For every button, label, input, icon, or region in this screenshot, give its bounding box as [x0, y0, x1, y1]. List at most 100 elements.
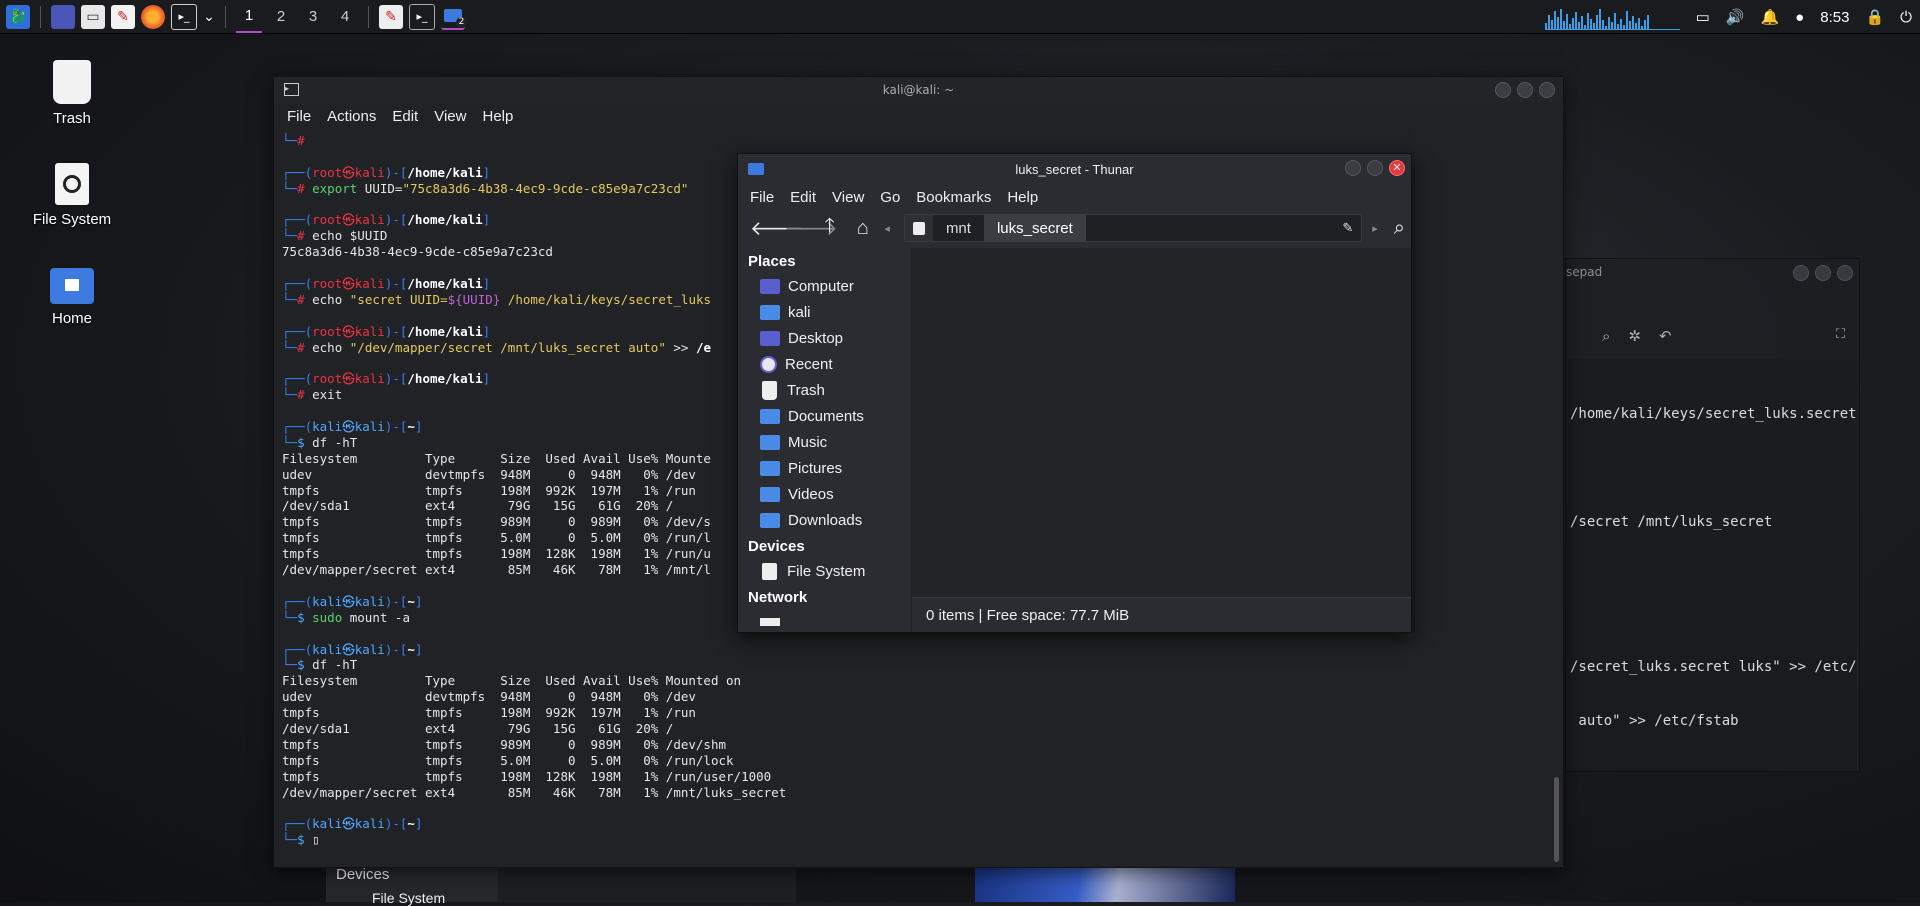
- chevron-down-icon[interactable]: ⌄: [203, 5, 215, 29]
- file-system-item[interactable]: File System: [372, 890, 445, 906]
- volume-icon[interactable]: 🔊: [1726, 8, 1745, 26]
- task-terminal-icon[interactable]: ▸_: [409, 3, 435, 30]
- recent-clock-icon: [760, 355, 777, 373]
- maximize-button[interactable]: [1815, 265, 1831, 281]
- thunar-window[interactable]: luks_secret - Thunar ✕ File Edit View Go…: [737, 153, 1412, 633]
- scroll-right-icon[interactable]: ▸: [1372, 222, 1378, 235]
- file-view[interactable]: [912, 248, 1411, 598]
- replace-icon[interactable]: ✲: [1628, 327, 1641, 345]
- workspace-4[interactable]: 4: [332, 2, 358, 32]
- sidebar-item-documents[interactable]: Documents: [738, 403, 911, 429]
- menu-edit[interactable]: Edit: [392, 108, 418, 125]
- mousepad-line: /secret /mnt/luks_secret: [1570, 514, 1773, 530]
- minimize-button[interactable]: [1793, 265, 1809, 281]
- text-editor-icon[interactable]: ✎: [111, 4, 135, 29]
- sidebar-item-recent[interactable]: Recent: [738, 351, 911, 377]
- terminal-line: Filesystem Type Size Used Avail Use% Mou…: [282, 673, 1549, 689]
- sidebar-item-trash[interactable]: Trash: [738, 377, 911, 403]
- sidebar-item-music[interactable]: Music: [738, 429, 911, 455]
- close-button[interactable]: [1837, 265, 1853, 281]
- scrollbar[interactable]: [1554, 777, 1559, 862]
- desktop-icon-home[interactable]: Home: [22, 268, 122, 327]
- maximize-button[interactable]: [1517, 82, 1533, 98]
- back-arrow-icon[interactable]: 🡐: [750, 216, 804, 241]
- terminal-text: └─: [282, 434, 298, 450]
- terminal-icon[interactable]: ▸_: [171, 3, 197, 30]
- kali-menu-icon[interactable]: 🐉: [6, 4, 30, 29]
- menu-actions[interactable]: Actions: [327, 108, 376, 125]
- show-desktop-icon[interactable]: [51, 4, 75, 29]
- menu-help[interactable]: Help: [1007, 189, 1038, 206]
- drive-root-icon[interactable]: [904, 215, 933, 241]
- maximize-button[interactable]: [1367, 160, 1383, 176]
- menu-bookmarks[interactable]: Bookmarks: [916, 189, 991, 206]
- close-button[interactable]: [1539, 82, 1555, 98]
- mousepad-window[interactable]: sepad ⌕ ✲ ↶ ⛶ /home/kali/keys/secret_luk…: [1565, 258, 1860, 772]
- terminal-text: tmpfs tmpfs 198M 992K 197M 1% /run: [282, 482, 696, 498]
- breadcrumb-luks-secret[interactable]: luks_secret: [983, 215, 1086, 241]
- menu-go[interactable]: Go: [880, 189, 900, 206]
- terminal-text: └─: [282, 609, 298, 625]
- terminal-text: ]: [482, 276, 491, 292]
- home-icon[interactable]: ⌂: [851, 217, 874, 240]
- sidebar-item-downloads[interactable]: Downloads: [738, 507, 911, 533]
- forward-arrow-icon[interactable]: 🡒: [784, 216, 838, 241]
- computer-icon: [760, 278, 780, 294]
- menu-view[interactable]: View: [832, 189, 864, 206]
- task-mousepad-icon[interactable]: ✎: [379, 4, 403, 29]
- notification-bell-icon[interactable]: 🔔: [1760, 8, 1779, 26]
- terminal-text: Filesystem Type Size Used Avail Use% Mou…: [282, 673, 742, 689]
- sidebar-item-kali[interactable]: kali: [738, 299, 911, 325]
- workspace-3[interactable]: 3: [300, 2, 326, 32]
- updates-icon[interactable]: ●: [1795, 9, 1804, 26]
- terminal-text: ${UUID}: [447, 291, 501, 307]
- desktop-icon-trash[interactable]: Trash: [22, 60, 122, 127]
- sidebar-item-computer[interactable]: Computer: [738, 273, 911, 299]
- clock[interactable]: 8:53: [1820, 9, 1849, 26]
- separator: [40, 5, 41, 28]
- thunar-titlebar[interactable]: luks_secret - Thunar ✕: [738, 154, 1411, 184]
- terminal-text: echo $UUID: [312, 228, 388, 244]
- folder-icon: [748, 163, 764, 175]
- undo-icon[interactable]: ↶: [1659, 327, 1672, 345]
- firefox-icon[interactable]: [141, 4, 165, 29]
- terminal-text: sudo: [312, 609, 343, 625]
- terminal-titlebar[interactable]: ▸ kali@kali: ~: [274, 77, 1563, 103]
- search-icon[interactable]: ⌕: [1388, 217, 1411, 240]
- lock-icon[interactable]: 🔒: [1865, 8, 1884, 26]
- minimize-button[interactable]: [1495, 82, 1511, 98]
- desktop-icon-file-system[interactable]: File System: [22, 163, 122, 228]
- menu-edit[interactable]: Edit: [790, 189, 816, 206]
- fullscreen-icon[interactable]: ⛶: [1836, 327, 1845, 342]
- menu-file[interactable]: File: [750, 189, 774, 206]
- edit-path-icon[interactable]: ✎: [1342, 220, 1353, 236]
- sidebar-item-label: Computer: [788, 277, 854, 295]
- minimize-button[interactable]: [1345, 160, 1361, 176]
- file-manager-icon[interactable]: ▭: [81, 4, 105, 29]
- search-icon[interactable]: ⌕: [1602, 327, 1610, 345]
- sidebar-item-desktop[interactable]: Desktop: [738, 325, 911, 351]
- pictures-folder-icon: [760, 460, 780, 476]
- workspace-2[interactable]: 2: [268, 2, 294, 32]
- sidebar-item-file-system[interactable]: File System: [738, 558, 911, 584]
- task-thunar-icon[interactable]: 2: [441, 4, 467, 30]
- menu-file[interactable]: File: [287, 108, 311, 125]
- sidebar-item-pictures[interactable]: Pictures: [738, 455, 911, 481]
- workspace-1[interactable]: 1: [236, 1, 262, 33]
- menu-view[interactable]: View: [434, 108, 466, 125]
- close-button[interactable]: ✕: [1389, 160, 1405, 176]
- terminal-text: ┌──(: [282, 641, 313, 657]
- terminal-line: ┌──(kali㉿kali)-[~]: [282, 816, 1549, 832]
- terminal-text: /dev/sda1 ext4 79G 15G 61G 20% /: [282, 498, 674, 514]
- terminal-text: root㉿kali: [312, 212, 385, 228]
- terminal-text: exit: [312, 387, 343, 403]
- scroll-left-icon[interactable]: ◂: [884, 222, 890, 235]
- sidebar-item-label: File System: [787, 562, 866, 580]
- sidebar-item-network[interactable]: [738, 609, 911, 632]
- display-icon[interactable]: ▭: [1696, 8, 1710, 26]
- breadcrumb-mnt[interactable]: mnt: [933, 215, 984, 241]
- sidebar-item-videos[interactable]: Videos: [738, 481, 911, 507]
- power-icon[interactable]: ⏻: [1900, 9, 1912, 26]
- up-arrow-icon[interactable]: 🡑: [818, 211, 841, 245]
- menu-help[interactable]: Help: [482, 108, 513, 125]
